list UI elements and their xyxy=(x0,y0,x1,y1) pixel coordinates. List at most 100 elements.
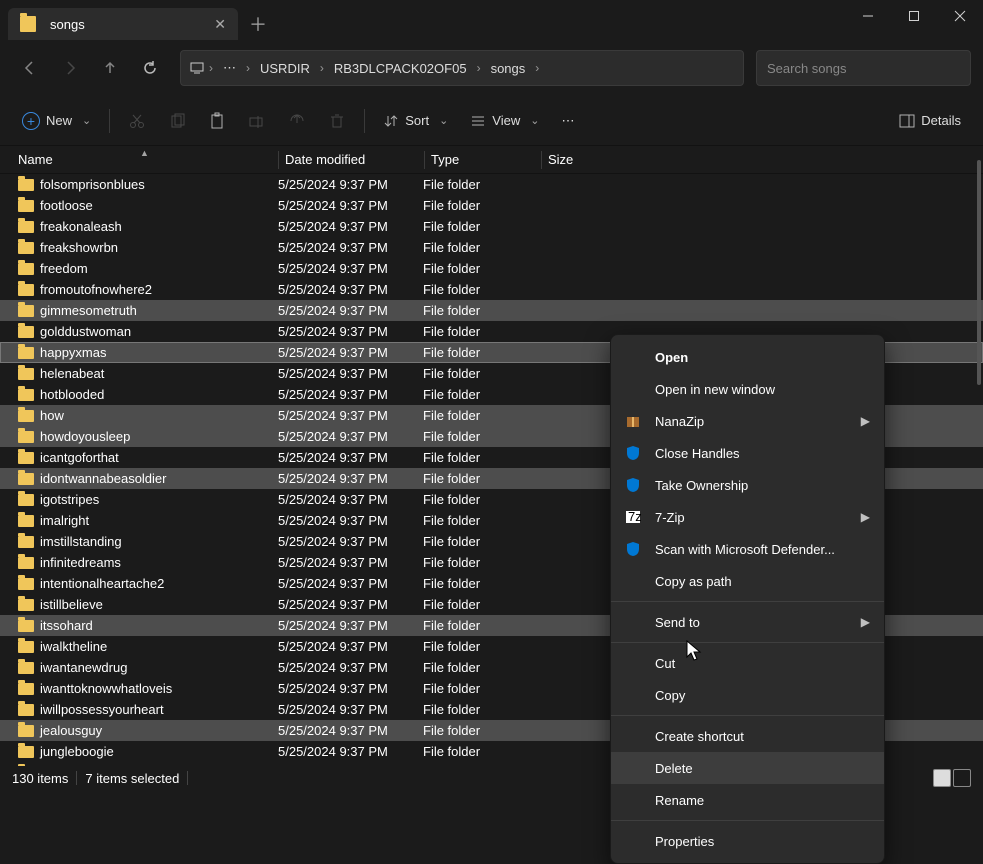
column-header-date[interactable]: Date modified xyxy=(279,152,424,167)
ctx-copy-as-path[interactable]: Copy as path xyxy=(611,565,884,597)
file-date: 5/25/2024 9:37 PM xyxy=(278,660,423,675)
ctx-cut[interactable]: Cut xyxy=(611,647,884,679)
ctx-defender[interactable]: Scan with Microsoft Defender... xyxy=(611,533,884,565)
paste-button[interactable] xyxy=(198,106,236,136)
defender-icon xyxy=(625,541,641,557)
table-row[interactable]: freedom5/25/2024 9:37 PMFile folder xyxy=(0,258,983,279)
table-row[interactable]: folsomprisonblues5/25/2024 9:37 PMFile f… xyxy=(0,174,983,195)
file-name: hotblooded xyxy=(40,387,104,402)
breadcrumb-segment[interactable]: RB3DLCPACK02OF05 xyxy=(328,57,473,80)
breadcrumb-segment[interactable]: songs xyxy=(485,57,532,80)
file-type: File folder xyxy=(423,660,539,675)
delete-button[interactable] xyxy=(318,106,356,136)
up-button[interactable] xyxy=(92,50,128,86)
forward-button[interactable] xyxy=(52,50,88,86)
close-button[interactable] xyxy=(937,0,983,32)
status-selected: 7 items selected xyxy=(85,771,179,786)
share-button[interactable] xyxy=(278,106,316,136)
new-button[interactable]: +New⌄ xyxy=(12,106,101,136)
ctx-delete[interactable]: Delete xyxy=(611,752,884,784)
refresh-button[interactable] xyxy=(132,50,168,86)
cut-button[interactable] xyxy=(118,106,156,136)
file-name: itssohard xyxy=(40,618,93,633)
file-name: iwillpossessyourheart xyxy=(40,702,164,717)
table-row[interactable]: gimmesometruth5/25/2024 9:37 PMFile fold… xyxy=(0,300,983,321)
file-name: icantgoforthat xyxy=(40,450,119,465)
copy-button[interactable] xyxy=(158,106,196,136)
table-row[interactable]: freakshowrbn5/25/2024 9:37 PMFile folder xyxy=(0,237,983,258)
ctx-close-handles[interactable]: Close Handles xyxy=(611,437,884,469)
maximize-button[interactable] xyxy=(891,0,937,32)
ctx-take-ownership[interactable]: Take Ownership xyxy=(611,469,884,501)
sort-label: Sort xyxy=(405,113,429,128)
file-type: File folder xyxy=(423,618,539,633)
ctx-copy[interactable]: Copy xyxy=(611,679,884,711)
file-name: infinitedreams xyxy=(40,555,121,570)
ctx-nanazip[interactable]: NanaZip ▶ xyxy=(611,405,884,437)
details-view-icon[interactable] xyxy=(933,769,951,787)
file-date: 5/25/2024 9:37 PM xyxy=(278,744,423,759)
table-row[interactable]: fromoutofnowhere25/25/2024 9:37 PMFile f… xyxy=(0,279,983,300)
file-type: File folder xyxy=(423,744,539,759)
file-name: imstillstanding xyxy=(40,534,122,549)
file-type: File folder xyxy=(423,576,539,591)
file-type: File folder xyxy=(423,492,539,507)
file-type: File folder xyxy=(423,639,539,654)
file-type: File folder xyxy=(423,702,539,717)
column-headers: Name▲ Date modified Type Size xyxy=(0,146,983,174)
file-name: jealousguy xyxy=(40,723,102,738)
breadcrumb-segment[interactable]: USRDIR xyxy=(254,57,316,80)
sort-button[interactable]: Sort⌄ xyxy=(373,107,458,135)
thumb-view-icon[interactable] xyxy=(953,769,971,787)
file-type: File folder xyxy=(423,723,539,738)
file-date: 5/25/2024 9:37 PM xyxy=(278,639,423,654)
file-date: 5/25/2024 9:37 PM xyxy=(278,429,423,444)
rename-button[interactable] xyxy=(238,106,276,136)
chevron-down-icon: ⌄ xyxy=(530,114,539,127)
column-header-size[interactable]: Size xyxy=(542,152,622,167)
chevron-right-icon: ▶ xyxy=(861,414,870,428)
file-type: File folder xyxy=(423,198,539,213)
more-button[interactable]: ⋯ xyxy=(551,107,584,135)
chevron-right-icon[interactable]: › xyxy=(318,61,326,75)
minimize-button[interactable] xyxy=(845,0,891,32)
view-button[interactable]: View⌄ xyxy=(460,107,549,135)
file-date: 5/25/2024 9:37 PM xyxy=(278,534,423,549)
folder-icon xyxy=(18,746,34,758)
ctx-label: NanaZip xyxy=(655,414,704,429)
ctx-properties[interactable]: Properties xyxy=(611,825,884,857)
column-header-name[interactable]: Name▲ xyxy=(18,152,278,167)
separator xyxy=(611,715,884,716)
chevron-right-icon[interactable]: › xyxy=(475,61,483,75)
ctx-create-shortcut[interactable]: Create shortcut xyxy=(611,720,884,752)
scrollbar-thumb[interactable] xyxy=(977,160,981,385)
ctx-rename[interactable]: Rename xyxy=(611,784,884,816)
address-bar[interactable]: › ⋯ › USRDIR › RB3DLCPACK02OF05 › songs … xyxy=(180,50,744,86)
ctx-send-to[interactable]: Send to▶ xyxy=(611,606,884,638)
file-date: 5/25/2024 9:37 PM xyxy=(278,345,423,360)
file-type: File folder xyxy=(423,324,539,339)
file-name: gimmesometruth xyxy=(40,303,137,318)
pc-icon xyxy=(189,60,205,76)
file-type: File folder xyxy=(423,597,539,612)
tab-active[interactable]: songs ✕ xyxy=(8,8,238,40)
folder-icon xyxy=(18,347,34,359)
ctx-open-new-window[interactable]: Open in new window xyxy=(611,373,884,405)
details-button[interactable]: Details xyxy=(889,107,971,135)
tab-close-icon[interactable]: ✕ xyxy=(214,16,226,33)
chevron-right-icon[interactable]: › xyxy=(207,61,215,75)
table-row[interactable]: footloose5/25/2024 9:37 PMFile folder xyxy=(0,195,983,216)
chevron-right-icon[interactable]: › xyxy=(244,61,252,75)
file-name: iwalktheline xyxy=(40,639,107,654)
chevron-right-icon[interactable]: › xyxy=(533,61,541,75)
breadcrumb-ellipsis[interactable]: ⋯ xyxy=(217,56,242,80)
back-button[interactable] xyxy=(12,50,48,86)
column-header-type[interactable]: Type xyxy=(425,152,541,167)
toolbar: +New⌄ Sort⌄ View⌄ ⋯ Details xyxy=(0,96,983,146)
ctx-7zip[interactable]: 7z7-Zip▶ xyxy=(611,501,884,533)
file-date: 5/25/2024 9:37 PM xyxy=(278,723,423,738)
table-row[interactable]: freakonaleash5/25/2024 9:37 PMFile folde… xyxy=(0,216,983,237)
ctx-open[interactable]: Open xyxy=(611,341,884,373)
search-input[interactable]: Search songs xyxy=(756,50,971,86)
new-tab-button[interactable]: ＋ xyxy=(242,8,274,40)
